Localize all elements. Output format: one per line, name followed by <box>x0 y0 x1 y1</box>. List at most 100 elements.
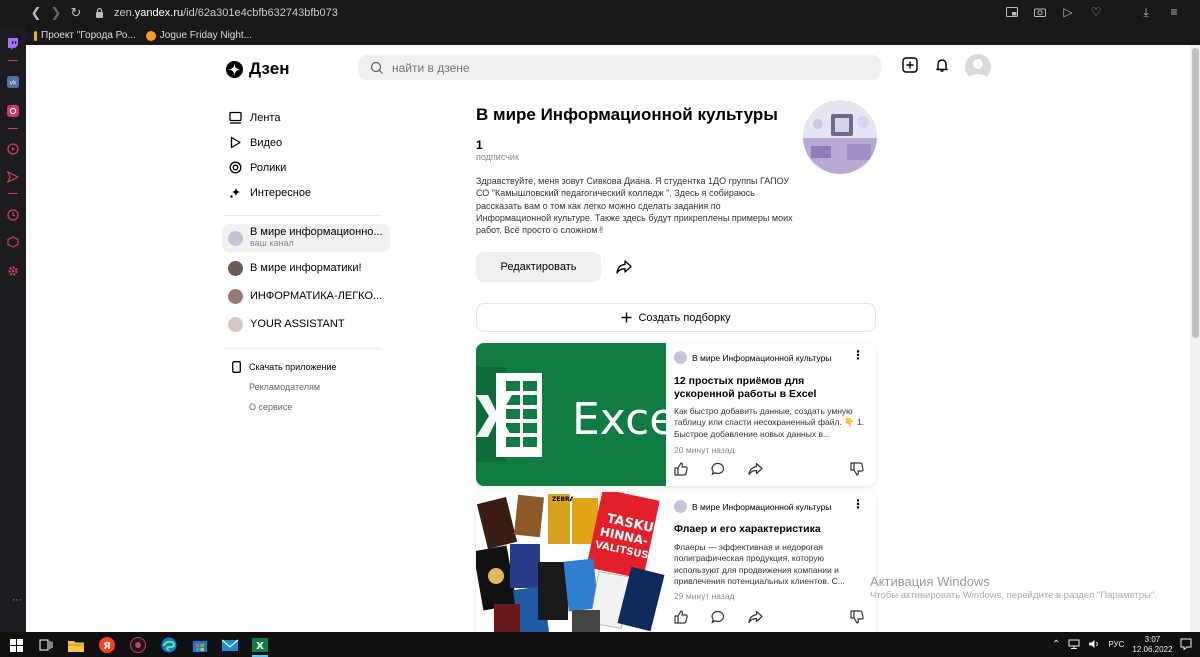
like-icon[interactable] <box>674 462 688 481</box>
share-icon[interactable] <box>748 462 763 481</box>
sidebar-channel[interactable]: YOUR ASSISTANT <box>222 310 390 338</box>
file-explorer-icon[interactable] <box>68 637 84 653</box>
sidebar-item-feed[interactable]: Лента <box>222 105 390 130</box>
create-collection-button[interactable]: Создать подборку <box>476 303 876 332</box>
article-card[interactable]: Excel В мире Информационной культуры ⋮ 1… <box>476 343 876 486</box>
menu-icon[interactable]: ≡ <box>1166 4 1182 20</box>
card-time: 29 минут назад <box>674 591 735 601</box>
browser-icon[interactable] <box>130 637 146 653</box>
instagram-icon[interactable] <box>6 104 20 118</box>
sidebar-channel-own[interactable]: В мире информационно... ваш канал <box>222 224 390 252</box>
share-icon[interactable] <box>614 257 634 277</box>
feed-icon <box>229 111 242 124</box>
zebra-image-text: ZEBRA <box>552 496 575 503</box>
windows-taskbar: Я X ⌃ РУС 3:07 12.06.2022 <box>0 632 1200 657</box>
mail-icon[interactable] <box>222 637 238 653</box>
task-view-icon[interactable] <box>38 637 54 653</box>
bookmark-item[interactable]: Проект "Города Ро... <box>34 30 136 41</box>
sparkle-icon <box>230 187 241 198</box>
edit-channel-button[interactable]: Редактировать <box>476 252 601 282</box>
article-image-flyers[interactable]: ZEBRA TASKU HINNA- VALITSUS <box>476 492 666 632</box>
scrollbar-thumb[interactable] <box>1192 48 1199 338</box>
more-icon[interactable]: ⋯ <box>12 595 22 606</box>
channel-name: В мире информационно... <box>250 226 383 238</box>
channel-avatar <box>228 288 243 304</box>
dzen-page: Дзен Лента Видео Ролики <box>26 45 1190 632</box>
source-avatar <box>674 351 687 364</box>
bell-icon[interactable] <box>934 57 950 73</box>
sidebar-item-label: Интересное <box>250 186 312 199</box>
card-source[interactable]: В мире Информационной культуры <box>674 500 831 513</box>
bookmark-item[interactable]: Jogue Friday Night... <box>145 30 253 41</box>
more-vertical-icon[interactable]: ⋮ <box>852 498 864 510</box>
forward-icon[interactable]: ❯ <box>46 3 66 23</box>
play-icon <box>230 136 241 149</box>
picture-in-picture-icon[interactable] <box>1004 4 1020 20</box>
left-sidebar: Лента Видео Ролики Интересное В мире инф… <box>222 105 390 417</box>
search-input[interactable] <box>392 60 832 75</box>
sidebar-channel[interactable]: ИНФОРМАТИКА-ЛЕГКО... <box>222 282 390 310</box>
twitch-icon[interactable] <box>6 37 20 51</box>
article-card[interactable]: ZEBRA TASKU HINNA- VALITSUS В мире Инфор… <box>476 492 876 632</box>
shorts-icon <box>229 161 242 174</box>
send-icon[interactable]: ▷ <box>1060 4 1076 20</box>
channel-description: Здравствуйте, меня зовут Сивкова Диана. … <box>476 176 793 236</box>
logo-text: Дзен <box>249 59 290 78</box>
article-image-excel[interactable]: Excel <box>476 343 689 486</box>
sidebar-item-video[interactable]: Видео <box>222 130 390 155</box>
notifications-icon[interactable] <box>1180 638 1192 652</box>
comment-icon[interactable] <box>711 610 725 629</box>
excel-icon[interactable]: X <box>252 637 268 653</box>
activation-watermark-title: Активация Windows <box>870 574 990 589</box>
card-source[interactable]: В мире Информационной культуры <box>674 351 831 364</box>
history-icon[interactable] <box>6 208 20 222</box>
plus-icon <box>621 312 632 323</box>
channel-avatar-large[interactable] <box>803 100 877 174</box>
yandex-browser-icon[interactable]: Я <box>99 637 115 653</box>
system-clock[interactable]: 3:07 12.06.2022 <box>1132 635 1172 655</box>
chevron-up-icon[interactable]: ⌃ <box>1052 639 1060 650</box>
volume-icon[interactable] <box>1088 639 1100 651</box>
excel-image-text: Excel <box>572 394 666 445</box>
comment-icon[interactable] <box>711 462 725 481</box>
network-icon[interactable] <box>1068 639 1080 651</box>
dzen-logo[interactable]: Дзен <box>226 59 289 79</box>
player-icon[interactable] <box>6 142 20 156</box>
dislike-icon[interactable] <box>850 610 864 629</box>
back-icon[interactable]: ❮ <box>26 3 46 23</box>
more-vertical-icon[interactable]: ⋮ <box>852 349 864 361</box>
download-icon[interactable]: ⤓ <box>1138 4 1154 20</box>
card-snippet: Как быстро добавить данные, создать умну… <box>674 406 865 439</box>
activation-watermark-text: Чтобы активировать Windows, перейдите в … <box>870 590 1157 601</box>
vk-icon[interactable]: vk <box>6 75 20 89</box>
sidebar-channel[interactable]: В мире информатики! <box>222 254 390 282</box>
advertisers-link[interactable]: Рекламодателям <box>222 377 390 397</box>
store-icon[interactable] <box>192 637 208 653</box>
edge-icon[interactable] <box>161 637 177 653</box>
url-text[interactable]: zen.yandex.ru/id/62a301e4cbfb632743bfb07… <box>114 7 338 19</box>
dislike-icon[interactable] <box>850 462 864 481</box>
send-icon[interactable] <box>6 170 20 184</box>
rail-divider <box>8 193 18 194</box>
add-post-icon[interactable] <box>902 57 918 73</box>
bookmark-label: Jogue Friday Night... <box>159 30 253 41</box>
card-title[interactable]: 12 простых приёмов для ускоренной работы… <box>674 375 866 401</box>
lock-icon[interactable] <box>92 3 106 23</box>
camera-icon[interactable] <box>1032 4 1048 20</box>
card-title[interactable]: Флаер и его характеристика <box>674 523 866 536</box>
about-link[interactable]: О сервисе <box>222 397 390 417</box>
share-icon[interactable] <box>748 610 763 629</box>
search-bar[interactable] <box>358 55 881 80</box>
like-icon[interactable] <box>674 610 688 629</box>
heart-icon[interactable]: ♡ <box>1088 4 1104 20</box>
reload-icon[interactable]: ↻ <box>66 3 86 23</box>
bookmark-favicon-icon <box>145 30 156 41</box>
box-icon[interactable] <box>6 235 20 249</box>
sidebar-item-interesting[interactable]: Интересное <box>222 180 390 205</box>
sidebar-item-shorts[interactable]: Ролики <box>222 155 390 180</box>
language-indicator[interactable]: РУС <box>1108 640 1124 649</box>
gear-icon[interactable] <box>6 264 20 278</box>
windows-start-icon[interactable] <box>8 637 24 653</box>
user-avatar[interactable] <box>965 54 991 80</box>
download-app-link[interactable]: Скачать приложение <box>222 357 390 377</box>
